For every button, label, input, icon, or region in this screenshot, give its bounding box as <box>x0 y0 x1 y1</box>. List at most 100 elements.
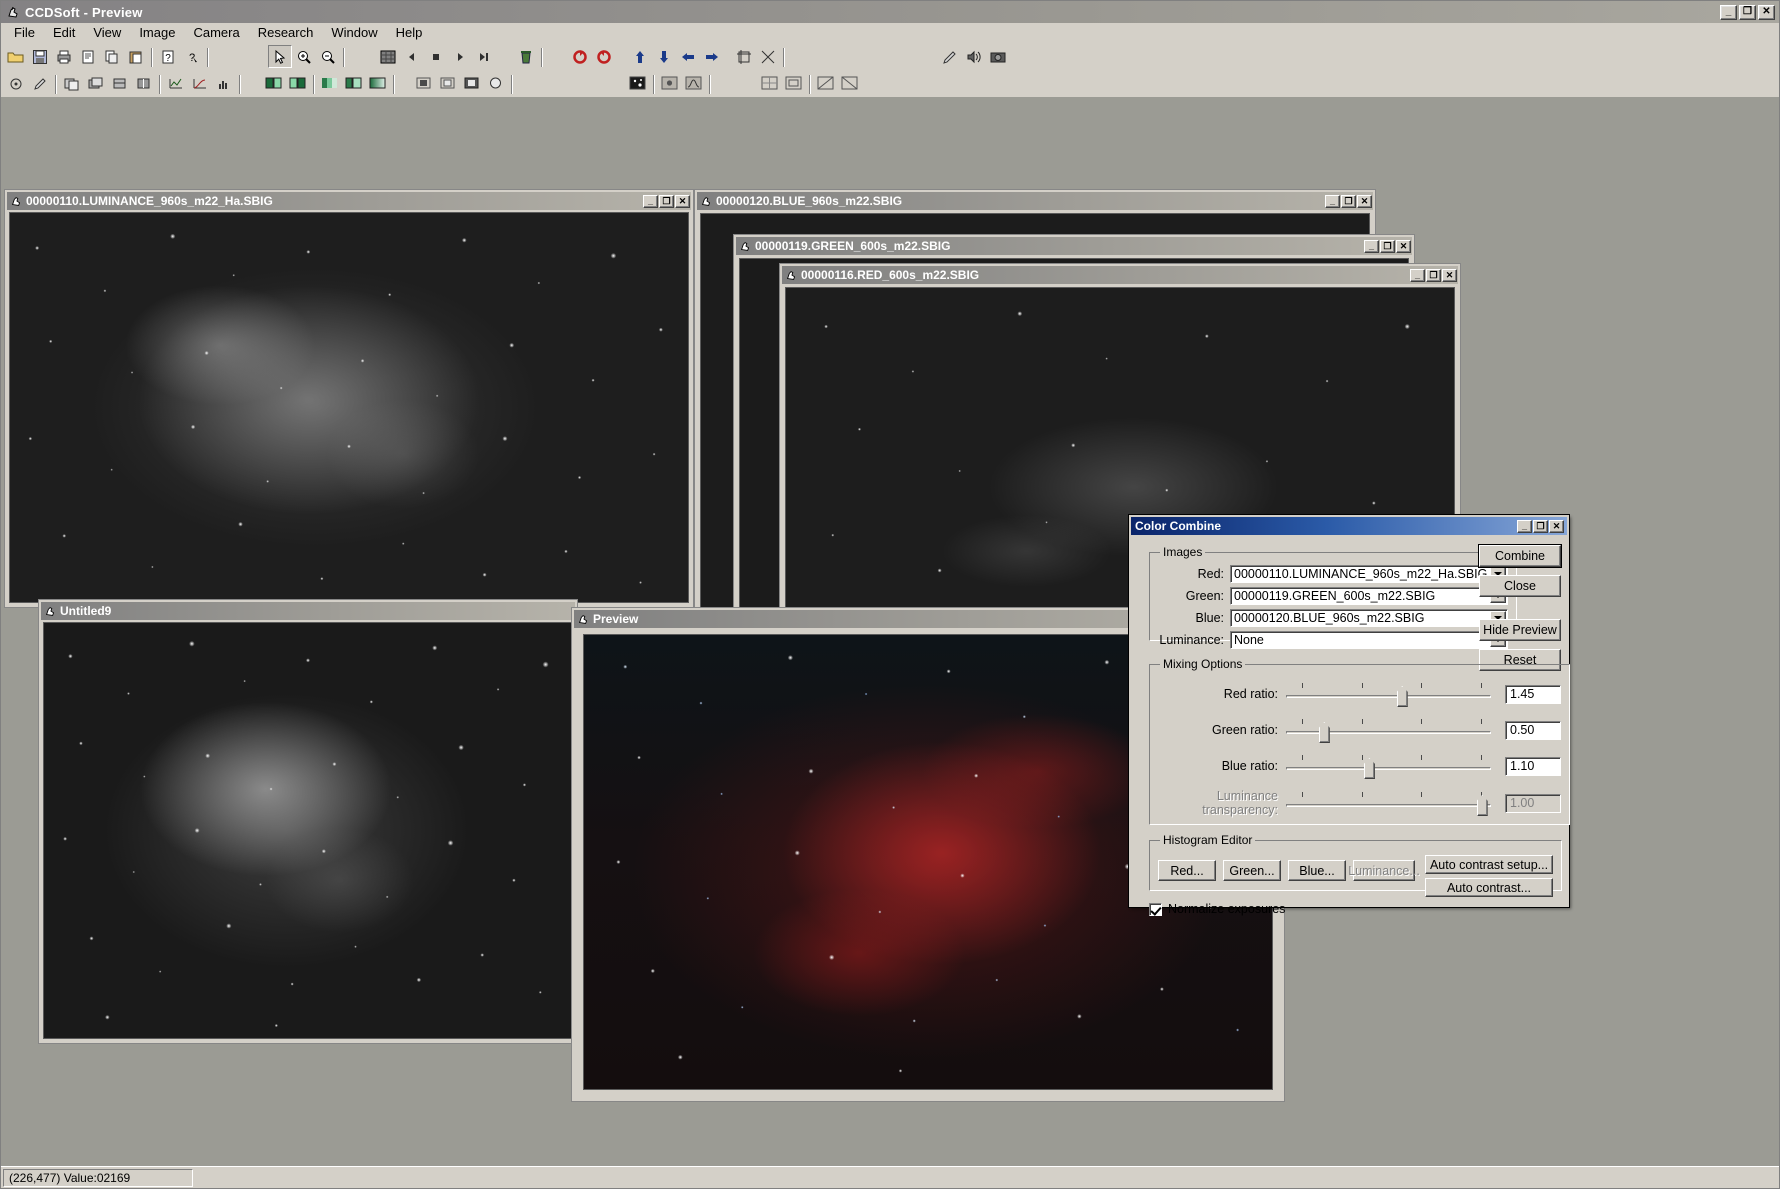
slider-thumb[interactable] <box>1396 686 1408 707</box>
print-preview-icon[interactable] <box>76 45 100 68</box>
gradient-icon[interactable] <box>366 72 390 95</box>
slider-thumb[interactable] <box>1363 758 1375 779</box>
grid-a-icon[interactable] <box>758 72 782 95</box>
pointer-icon[interactable] <box>268 45 292 68</box>
close-button[interactable]: ✕ <box>1549 519 1564 533</box>
palette-icon[interactable] <box>318 72 342 95</box>
color-combine-dialog[interactable]: Color Combine _ ❐ ✕ Images Red: 00000110… <box>1128 514 1570 916</box>
align-icon[interactable] <box>132 72 156 95</box>
last-frame-icon[interactable] <box>472 45 496 68</box>
color-combine-icon[interactable] <box>342 72 366 95</box>
minimize-button[interactable]: _ <box>1325 194 1340 208</box>
maximize-button[interactable]: ❐ <box>1426 268 1441 282</box>
menu-help[interactable]: Help <box>387 23 432 42</box>
maximize-button[interactable]: ❐ <box>1739 4 1756 20</box>
maximize-button[interactable]: ❐ <box>659 194 674 208</box>
paste-icon[interactable] <box>124 45 148 68</box>
star-find-icon[interactable] <box>626 72 650 95</box>
grid-icon[interactable] <box>376 45 400 68</box>
image-window-luminance[interactable]: 00000110.LUMINANCE_960s_m22_Ha.SBIG _ ❐ … <box>4 189 694 608</box>
rotate-left-icon[interactable] <box>568 45 592 68</box>
contrast-b-icon[interactable] <box>286 72 310 95</box>
close-button[interactable]: ✕ <box>675 194 690 208</box>
close-button-action[interactable]: Close <box>1479 575 1561 597</box>
zoom-out-icon[interactable] <box>316 45 340 68</box>
camera-icon[interactable] <box>986 45 1010 68</box>
blue-image-select[interactable]: 00000120.BLUE_960s_m22.SBIG <box>1230 609 1509 627</box>
astro-image-luminance[interactable] <box>9 212 689 603</box>
normalize-exposures-checkbox[interactable] <box>1149 902 1162 916</box>
blue-ratio-slider[interactable] <box>1286 753 1491 779</box>
histogram-red-button[interactable]: Red... <box>1158 860 1216 881</box>
histogram-blue-button[interactable]: Blue... <box>1288 860 1346 881</box>
star-profile-icon[interactable] <box>682 72 706 95</box>
maximize-button[interactable]: ❐ <box>1341 194 1356 208</box>
close-button[interactable]: ✕ <box>1357 194 1372 208</box>
pencil-icon[interactable] <box>938 45 962 68</box>
zoom-in-icon[interactable] <box>292 45 316 68</box>
blue-ratio-value[interactable]: 1.10 <box>1505 756 1561 776</box>
star-mask-icon[interactable] <box>658 72 682 95</box>
minimize-button[interactable]: _ <box>1410 268 1425 282</box>
square-dark-icon[interactable] <box>412 72 436 95</box>
copy-image-icon[interactable] <box>60 72 84 95</box>
crop-icon[interactable] <box>732 45 756 68</box>
resize-icon[interactable] <box>756 45 780 68</box>
minimize-button[interactable]: _ <box>1517 519 1532 533</box>
stack-icon[interactable] <box>84 72 108 95</box>
histogram-green-button[interactable]: Green... <box>1223 860 1281 881</box>
square-mid-icon[interactable] <box>436 72 460 95</box>
pen-tool-icon[interactable] <box>28 72 52 95</box>
green-ratio-slider[interactable] <box>1286 717 1491 743</box>
contrast-a-icon[interactable] <box>262 72 286 95</box>
trash-icon[interactable] <box>514 45 538 68</box>
copy-icon[interactable] <box>100 45 124 68</box>
window-titlebar[interactable]: 00000116.RED_600s_m22.SBIG _ ❐ ✕ <box>782 266 1458 284</box>
menu-image[interactable]: Image <box>130 23 184 42</box>
menu-edit[interactable]: Edit <box>44 23 84 42</box>
minimize-button[interactable]: _ <box>1720 4 1737 20</box>
image-window-untitled9[interactable]: Untitled9 <box>38 599 578 1044</box>
arrow-right-icon[interactable] <box>700 45 724 68</box>
close-button[interactable]: ✕ <box>1442 268 1457 282</box>
menu-view[interactable]: View <box>84 23 130 42</box>
red-ratio-slider[interactable] <box>1286 681 1491 707</box>
green-ratio-value[interactable]: 0.50 <box>1505 720 1561 740</box>
maximize-button[interactable]: ❐ <box>1380 239 1395 253</box>
grid-c-icon[interactable] <box>814 72 838 95</box>
window-titlebar[interactable]: Untitled9 <box>41 602 575 620</box>
help-icon[interactable]: ? <box>156 45 180 68</box>
curve-icon[interactable] <box>188 72 212 95</box>
circle-icon[interactable] <box>484 72 508 95</box>
menu-window[interactable]: Window <box>322 23 386 42</box>
luminance-image-select[interactable]: None <box>1230 631 1509 649</box>
menu-research[interactable]: Research <box>249 23 323 42</box>
grid-b-icon[interactable] <box>782 72 806 95</box>
window-titlebar[interactable]: 00000110.LUMINANCE_960s_m22_Ha.SBIG _ ❐ … <box>7 192 691 210</box>
red-image-select[interactable]: 00000110.LUMINANCE_960s_m22_Ha.SBIG <box>1230 565 1509 583</box>
window-titlebar[interactable]: 00000120.BLUE_960s_m22.SBIG _ ❐ ✕ <box>697 192 1373 210</box>
graph-icon[interactable] <box>164 72 188 95</box>
close-button[interactable]: ✕ <box>1396 239 1411 253</box>
save-icon[interactable] <box>28 45 52 68</box>
normalize-exposures-row[interactable]: Normalize exposures <box>1149 902 1285 916</box>
auto-contrast-setup-button[interactable]: Auto contrast setup... <box>1425 855 1553 874</box>
stop-icon[interactable] <box>424 45 448 68</box>
sound-icon[interactable] <box>962 45 986 68</box>
minimize-button[interactable]: _ <box>1364 239 1379 253</box>
arrow-down-icon[interactable] <box>652 45 676 68</box>
rotate-right-icon[interactable] <box>592 45 616 68</box>
print-icon[interactable] <box>52 45 76 68</box>
red-ratio-value[interactable]: 1.45 <box>1505 684 1561 704</box>
hide-preview-button[interactable]: Hide Preview <box>1479 619 1561 641</box>
layers-icon[interactable] <box>108 72 132 95</box>
histogram-icon[interactable] <box>212 72 236 95</box>
astro-image-untitled9[interactable] <box>43 622 573 1039</box>
next-frame-icon[interactable] <box>448 45 472 68</box>
context-help-icon[interactable]: ? <box>180 45 204 68</box>
circle-tool-icon[interactable] <box>4 72 28 95</box>
close-button[interactable]: ✕ <box>1758 4 1775 20</box>
arrow-left-icon[interactable] <box>676 45 700 68</box>
open-folder-icon[interactable] <box>4 45 28 68</box>
menu-file[interactable]: File <box>5 23 44 42</box>
